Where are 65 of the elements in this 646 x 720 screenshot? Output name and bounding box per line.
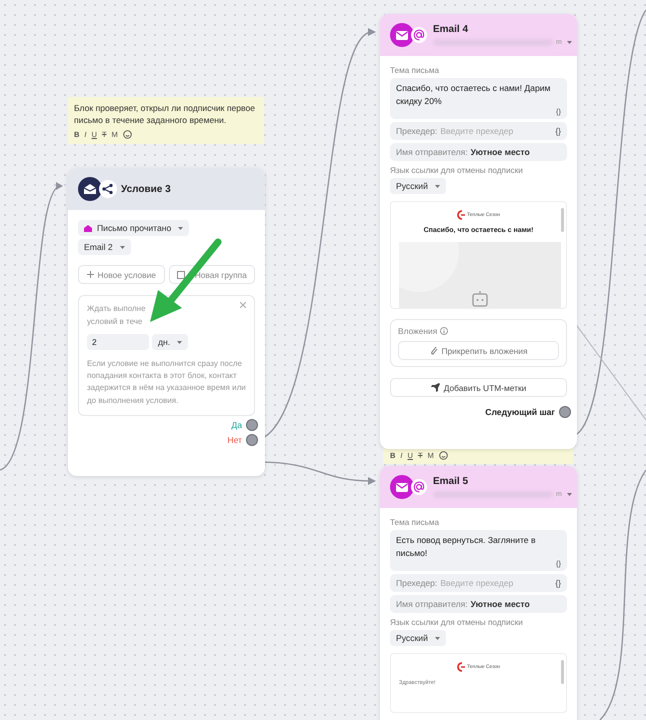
sender-field[interactable]: Имя отправителя: Уютное место [390,595,567,613]
output-label: Да [231,420,242,430]
envelope-open-icon [78,177,102,201]
field-label: Язык ссылки для отмены подписки [390,618,524,627]
utm-button[interactable]: Добавить UTM-метки [390,378,567,397]
output-label: Нет [227,434,242,445]
field-label: Тема письма [390,518,440,527]
subject-text: Спасибо, что остаетесь с нами! Дарим скидку 20% [396,82,552,107]
email-dropdown[interactable]: Email 2 [78,239,131,255]
hint-text: Если условие не выполнится сразу после попадания контакта в этот блок, контакт задержится в нём на указанное время или до выполнения условия. [87,358,246,407]
language-dropdown[interactable]: Русский [390,630,446,646]
caret-icon [177,340,182,344]
sender-field[interactable]: Имя отправителя: Уютное место [390,143,567,161]
block-title: Email 4 [433,24,470,35]
sender-name: Уютное место [470,147,530,157]
caret-icon [566,41,572,44]
next-step-label: Следующий шаг [485,407,555,417]
add-button[interactable]: Новое условие [78,265,164,284]
placeholder-text: Введите прехедер [440,126,514,136]
event-dropdown[interactable]: Письмо прочитано [78,220,190,236]
scrollbar[interactable] [561,208,564,232]
output-port[interactable] [559,406,571,418]
caret-icon [178,226,184,230]
output-port[interactable] [246,418,258,431]
note-text: Блок проверяет, открыл ли подписчик первое письмо в течение заданного времени. [74,102,256,126]
add-button[interactable]: Новая группа [168,265,255,284]
preheader-field[interactable]: Прехедер: Введите прехедер {} [390,574,567,592]
at-sign-icon [411,479,427,495]
attachments-label: Вложения [398,326,438,336]
number-field[interactable]: 2 [87,334,149,350]
variable-button[interactable]: {} [555,578,561,588]
preheader-field[interactable]: Прехедер: Введите прехедер {} [390,122,567,140]
caret-icon [434,184,440,188]
info-icon [440,327,448,335]
caret-icon [434,636,440,640]
caret-icon [566,493,572,496]
wait-label: Ждать выполне [87,303,146,315]
attach-button[interactable]: Прикрепить вложения [398,341,559,360]
field-label: Язык ссылки для отмены подписки [390,166,524,175]
unit-dropdown[interactable]: дн. [152,334,188,350]
logo-icon [456,662,465,672]
paperclip-icon [430,346,438,355]
placeholder-text: Введите прехедер [440,578,514,588]
emoji-icon[interactable] [122,130,132,139]
field-label: Тема письма [390,66,440,75]
plus-icon [86,271,94,278]
field-label: Имя отправителя: [396,599,468,609]
subject-text: Есть повод вернуться. Загляните в письмо! [396,534,537,559]
block-title: Email 5 [433,476,470,487]
field-label: Имя отправителя: [396,147,468,157]
variable-button[interactable]: {} [555,126,561,136]
emoji-icon[interactable] [438,451,448,460]
output-port[interactable] [246,434,258,446]
field-label: Прехедер: [396,578,438,588]
sender-name: Уютное место [470,599,530,609]
square-icon [176,270,185,278]
logo-icon [456,210,465,220]
block-title: Условие 3 [121,184,171,194]
field-label: Прехедер: [396,126,438,136]
language-dropdown[interactable]: Русский [390,178,446,194]
scrollbar[interactable] [561,660,564,684]
at-sign-icon [411,27,427,43]
wait-label: условий в тече [87,316,142,328]
branch-icon [99,180,117,198]
caret-icon [120,246,125,248]
